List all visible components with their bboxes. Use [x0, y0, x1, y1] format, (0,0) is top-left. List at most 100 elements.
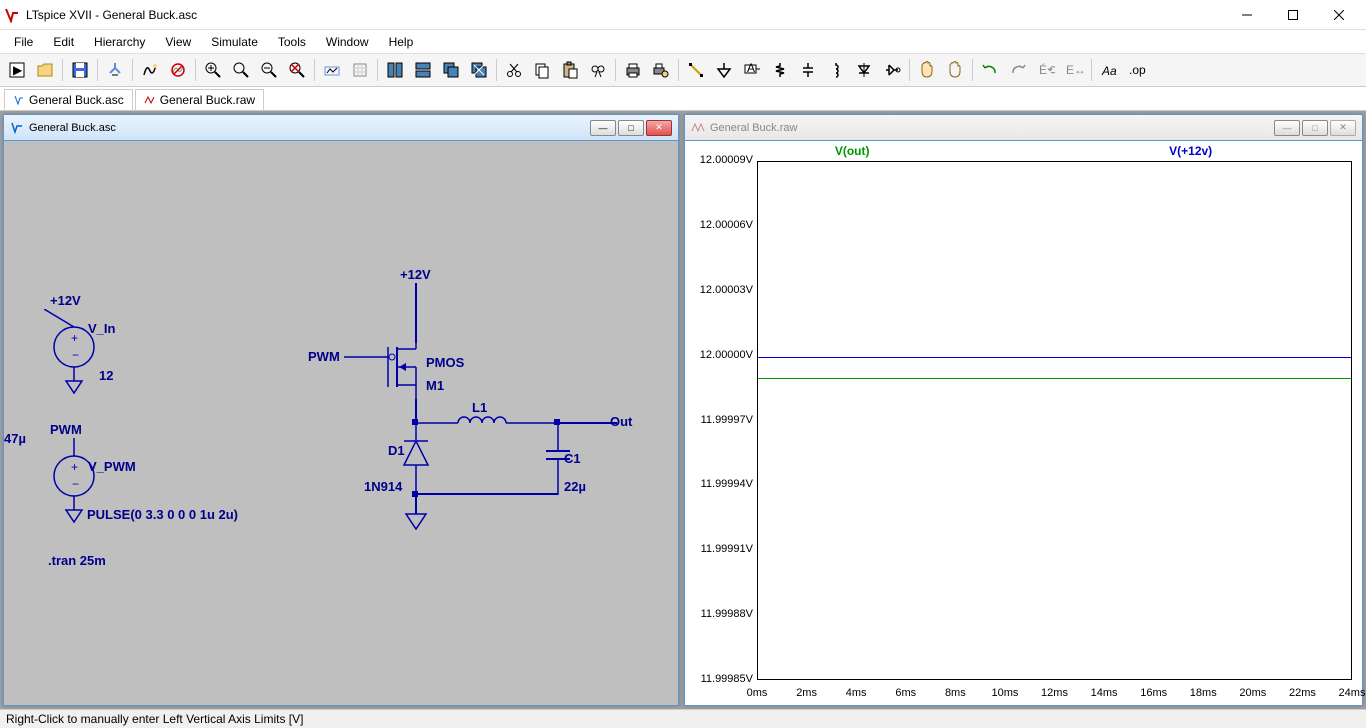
y-axis-tick[interactable]: 11.99988V — [685, 608, 753, 620]
vpwm-value[interactable]: PULSE(0 3.3 0 0 0 1u 2u) — [87, 507, 238, 522]
new-schematic-icon[interactable]: ▶ — [4, 57, 30, 83]
c1-value[interactable]: 22µ — [564, 479, 586, 494]
print-icon[interactable] — [620, 57, 646, 83]
menu-edit[interactable]: Edit — [43, 32, 84, 52]
cascade-icon[interactable] — [438, 57, 464, 83]
maximize-button[interactable] — [1270, 0, 1316, 30]
plot-trace[interactable] — [758, 357, 1351, 358]
x-axis-tick[interactable]: 2ms — [796, 687, 817, 699]
plot-maximize-button[interactable]: □ — [1302, 120, 1328, 136]
x-axis-tick[interactable]: 4ms — [846, 687, 867, 699]
menu-view[interactable]: View — [155, 32, 201, 52]
component-label-m1[interactable]: M1 — [426, 378, 444, 393]
schematic-maximize-button[interactable]: □ — [618, 120, 644, 136]
tile-horizontal-icon[interactable] — [410, 57, 436, 83]
plot-close-button[interactable]: ✕ — [1330, 120, 1356, 136]
redo-icon[interactable] — [1005, 57, 1031, 83]
y-axis-tick[interactable]: 12.00000V — [685, 349, 753, 361]
y-axis-tick[interactable]: 11.99991V — [685, 543, 753, 555]
undo-icon[interactable] — [977, 57, 1003, 83]
autorange-icon[interactable] — [319, 57, 345, 83]
cut-icon[interactable] — [501, 57, 527, 83]
label-icon[interactable]: A — [739, 57, 765, 83]
x-axis-tick[interactable]: 0ms — [747, 687, 768, 699]
rotate-icon[interactable]: É⟲ — [1033, 57, 1059, 83]
x-axis-tick[interactable]: 16ms — [1140, 687, 1167, 699]
x-axis-tick[interactable]: 8ms — [945, 687, 966, 699]
minimize-button[interactable] — [1224, 0, 1270, 30]
plot-minimize-button[interactable]: — — [1274, 120, 1300, 136]
x-axis-tick[interactable]: 10ms — [991, 687, 1018, 699]
x-axis-tick[interactable]: 6ms — [895, 687, 916, 699]
capacitor-icon[interactable] — [795, 57, 821, 83]
resistor-icon[interactable] — [767, 57, 793, 83]
ground-icon[interactable] — [711, 57, 737, 83]
x-axis-tick[interactable]: 18ms — [1190, 687, 1217, 699]
ground-symbol[interactable] — [404, 513, 428, 531]
wire[interactable] — [415, 494, 417, 514]
menu-simulate[interactable]: Simulate — [201, 32, 268, 52]
spice-directive-icon[interactable]: .op — [1124, 57, 1150, 83]
wire-icon[interactable] — [683, 57, 709, 83]
legend-v12[interactable]: V(+12v) — [1169, 144, 1212, 158]
menu-tools[interactable]: Tools — [268, 32, 316, 52]
zoom-in-icon[interactable] — [200, 57, 226, 83]
schematic-canvas[interactable]: +12V V_In + − 12 PWM V_PWM + − — [4, 141, 678, 705]
inductor-icon[interactable] — [823, 57, 849, 83]
control-panel-icon[interactable] — [102, 57, 128, 83]
plot-area[interactable] — [757, 161, 1352, 680]
schematic-close-button[interactable]: ✕ — [646, 120, 672, 136]
schematic-titlebar[interactable]: General Buck.asc — □ ✕ — [4, 115, 678, 141]
d1-value[interactable]: 1N914 — [364, 479, 402, 494]
voltage-source-vpwm[interactable]: + − — [44, 438, 104, 538]
y-axis-tick[interactable]: 11.99985V — [685, 673, 753, 685]
print-setup-icon[interactable] — [648, 57, 674, 83]
plot-canvas[interactable]: V(out) V(+12v) 11.99985V 11.99988V 11.9999… — [685, 141, 1362, 705]
mosfet-m1[interactable] — [344, 341, 424, 401]
x-axis-tick[interactable]: 14ms — [1091, 687, 1118, 699]
run-icon[interactable] — [137, 57, 163, 83]
y-axis-tick[interactable]: 11.99997V — [685, 414, 753, 426]
net-label-pwm-gate[interactable]: PWM — [308, 349, 340, 364]
plot-titlebar[interactable]: General Buck.raw — □ ✕ — [685, 115, 1362, 141]
menu-hierarchy[interactable]: Hierarchy — [84, 32, 155, 52]
spice-directive-tran[interactable]: .tran 25m — [48, 553, 106, 568]
wire[interactable] — [415, 493, 558, 495]
copy-icon[interactable] — [529, 57, 555, 83]
inductor-l1[interactable] — [416, 413, 558, 433]
pan-icon[interactable] — [228, 57, 254, 83]
paste-icon[interactable] — [557, 57, 583, 83]
net-label-pwm[interactable]: PWM — [50, 422, 82, 437]
net-label-12v-2[interactable]: +12V — [400, 267, 431, 282]
l1-value[interactable]: 47µ — [4, 431, 26, 446]
x-axis-tick[interactable]: 22ms — [1289, 687, 1316, 699]
component-label-pmos[interactable]: PMOS — [426, 355, 464, 370]
x-axis-tick[interactable]: 24ms — [1339, 687, 1366, 699]
move-icon[interactable] — [914, 57, 940, 83]
halt-icon[interactable] — [165, 57, 191, 83]
y-axis-tick[interactable]: 12.00009V — [685, 154, 753, 166]
component-icon[interactable] — [879, 57, 905, 83]
mirror-icon[interactable]: E↔ヨ — [1061, 57, 1087, 83]
save-icon[interactable] — [67, 57, 93, 83]
voltage-source-vin[interactable]: + − — [44, 309, 104, 409]
find-icon[interactable] — [585, 57, 611, 83]
tab-raw[interactable]: General Buck.raw — [135, 89, 264, 110]
net-label-12v[interactable]: +12V — [50, 293, 81, 308]
text-icon[interactable]: Aa — [1096, 57, 1122, 83]
zoom-fit-icon[interactable] — [284, 57, 310, 83]
schematic-minimize-button[interactable]: — — [590, 120, 616, 136]
diode-d1[interactable] — [400, 423, 432, 493]
wire[interactable] — [415, 283, 417, 343]
y-axis-tick[interactable]: 12.00003V — [685, 284, 753, 296]
legend-vout[interactable]: V(out) — [835, 144, 870, 158]
menu-window[interactable]: Window — [316, 32, 379, 52]
x-axis-tick[interactable]: 20ms — [1239, 687, 1266, 699]
menu-help[interactable]: Help — [379, 32, 424, 52]
y-axis-tick[interactable]: 12.00006V — [685, 219, 753, 231]
vin-value[interactable]: 12 — [99, 368, 113, 383]
zoom-out-icon[interactable] — [256, 57, 282, 83]
net-label-out[interactable]: Out — [610, 414, 632, 429]
plot-trace[interactable] — [758, 378, 1351, 379]
y-axis-tick[interactable]: 11.99994V — [685, 478, 753, 490]
